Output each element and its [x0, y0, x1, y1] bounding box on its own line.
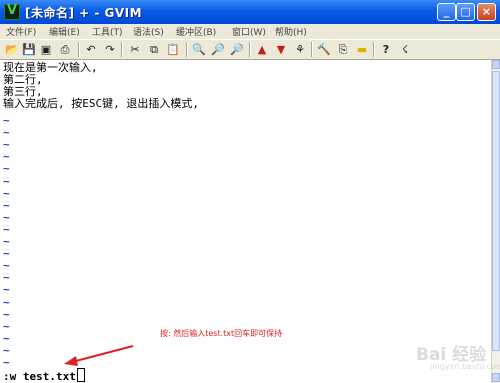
annotation-text: 按: 然后输入test.txt回车即可保持	[160, 329, 283, 338]
annotation-arrow	[64, 345, 134, 366]
baidu-watermark: Bai 经验 jingyan.baidu.com	[408, 340, 500, 374]
watermark-url: jingyan.baidu.com	[430, 362, 500, 371]
